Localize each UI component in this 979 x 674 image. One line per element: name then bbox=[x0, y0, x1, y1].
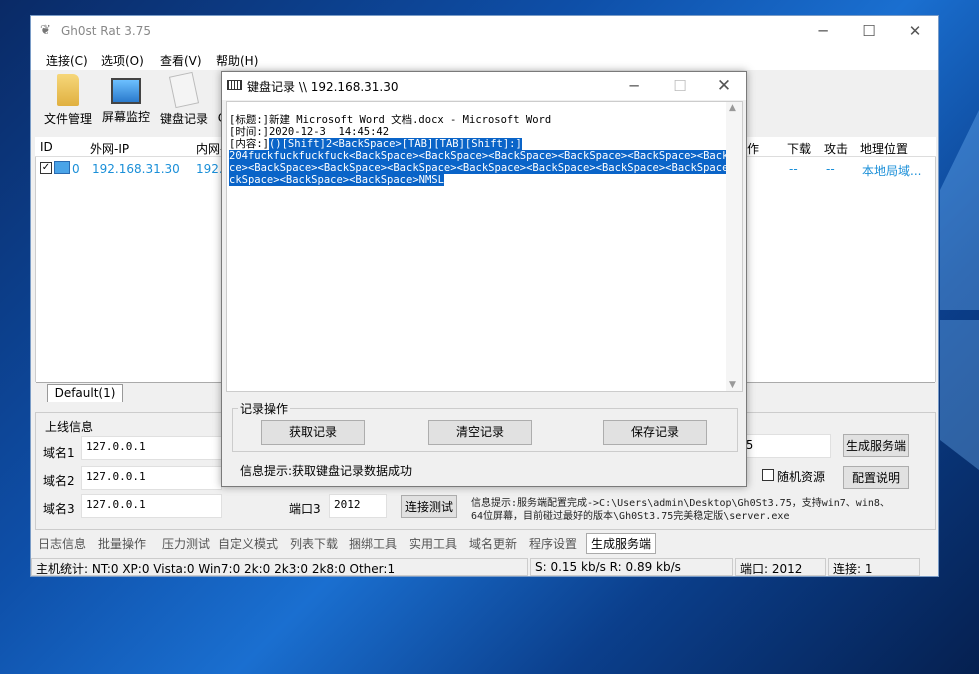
col-download[interactable]: 下载 bbox=[787, 140, 811, 157]
main-title: Gh0st Rat 3.75 bbox=[61, 24, 151, 38]
folder-icon bbox=[57, 74, 79, 106]
tab-domain-update[interactable]: 域名更新 bbox=[469, 535, 517, 552]
domain3-label: 域名3 bbox=[43, 502, 75, 516]
domain1-label: 域名1 bbox=[43, 446, 75, 460]
generate-server-button[interactable]: 生成服务端 bbox=[843, 434, 909, 457]
dialog-info-text: 信息提示:获取键盘记录数据成功 bbox=[240, 464, 413, 478]
menu-options[interactable]: 选项(O) bbox=[101, 52, 144, 69]
toolbar-label: 屏幕监控 bbox=[101, 110, 150, 124]
row-id: 0 bbox=[72, 162, 80, 176]
domain1-field[interactable]: 127.0.0.1 bbox=[81, 436, 222, 460]
tab-list-download[interactable]: 列表下载 bbox=[290, 535, 338, 552]
app-icon: ❦ bbox=[40, 23, 51, 38]
online-info-title: 上线信息 bbox=[45, 420, 94, 434]
save-records-button[interactable]: 保存记录 bbox=[603, 420, 707, 445]
keylog-text-area[interactable]: [标题:]新建 Microsoft Word 文档.docx - Microso… bbox=[226, 101, 743, 392]
right-field[interactable]: 5 bbox=[741, 434, 831, 458]
tab-custom[interactable]: 自定义模式 bbox=[218, 535, 278, 552]
tab-stress[interactable]: 压力测试 bbox=[162, 535, 210, 552]
dialog-titlebar: 键盘记录 \\ 192.168.31.30 ─ ☐ ✕ bbox=[222, 72, 746, 100]
col-location[interactable]: 地理位置 bbox=[860, 140, 908, 157]
status-hosts: 主机统计: NT:0 XP:0 Vista:0 Win7:0 2k:0 2k3:… bbox=[31, 558, 528, 576]
port3-label: 端口3 bbox=[289, 502, 321, 516]
config-help-button[interactable]: 配置说明 bbox=[843, 466, 909, 489]
dialog-close-icon[interactable]: ✕ bbox=[701, 71, 747, 101]
computer-icon bbox=[54, 161, 70, 174]
random-resource-checkbox[interactable] bbox=[762, 469, 774, 481]
domain3-field[interactable]: 127.0.0.1 bbox=[81, 494, 222, 518]
row-attack: -- bbox=[826, 162, 835, 176]
tab-bind-tool[interactable]: 捆绑工具 bbox=[349, 535, 397, 552]
clear-records-button[interactable]: 清空记录 bbox=[428, 420, 532, 445]
domain2-label: 域名2 bbox=[43, 474, 75, 488]
record-actions-title: 记录操作 bbox=[238, 400, 291, 417]
col-attack[interactable]: 攻击 bbox=[824, 140, 848, 157]
tab-log[interactable]: 日志信息 bbox=[38, 535, 86, 552]
log-scrollbar[interactable]: ▲ ▼ bbox=[726, 102, 742, 391]
tab-batch[interactable]: 批量操作 bbox=[98, 535, 146, 552]
col-id[interactable]: ID bbox=[40, 140, 53, 154]
log-keys-line-3: ckSpace><BackSpace><BackSpace>NMSL bbox=[229, 174, 444, 186]
connection-test-button[interactable]: 连接测试 bbox=[401, 495, 457, 518]
info-hint-text: 信息提示:服务端配置完成->C:\Users\admin\Desktop\Gh0… bbox=[471, 498, 890, 522]
scroll-down-icon[interactable]: ▼ bbox=[729, 380, 736, 390]
log-keys-line-1: 204fuckfuckfuckfuck<BackSpace><BackSpace… bbox=[229, 150, 742, 162]
dialog-maximize-icon: ☐ bbox=[673, 77, 687, 95]
row-download: -- bbox=[789, 162, 798, 176]
menubar: 连接(C) 选项(O) 查看(V) 帮助(H) bbox=[31, 46, 938, 70]
row-wan-ip: 192.168.31.30 bbox=[92, 162, 180, 176]
main-titlebar: ❦ Gh0st Rat 3.75 ─ ☐ ✕ bbox=[31, 16, 938, 46]
list-header-right: 作 下载 攻击 地理位置 bbox=[747, 137, 936, 157]
log-content-selected: ()[Shift]2<BackSpace>[TAB][TAB][Shift]:] bbox=[268, 138, 522, 150]
toolbar-file-manager[interactable]: 文件管理 bbox=[41, 74, 95, 127]
random-resource-label: 随机资源 bbox=[777, 470, 826, 484]
scroll-up-icon[interactable]: ▲ bbox=[729, 103, 736, 113]
status-connections: 连接: 1 bbox=[828, 558, 920, 576]
menu-help[interactable]: 帮助(H) bbox=[216, 52, 258, 69]
log-title-line: [标题:]新建 Microsoft Word 文档.docx - Microso… bbox=[229, 114, 552, 126]
get-records-button[interactable]: 获取记录 bbox=[261, 420, 365, 445]
keyboard-icon bbox=[227, 80, 242, 90]
tab-default-group[interactable]: Default(1) bbox=[47, 384, 123, 402]
maximize-icon[interactable]: ☐ bbox=[846, 16, 892, 46]
minimize-icon[interactable]: ─ bbox=[800, 16, 846, 46]
tab-settings[interactable]: 程序设置 bbox=[529, 535, 577, 552]
dialog-minimize-icon[interactable]: ─ bbox=[611, 71, 657, 101]
row-checkbox[interactable]: ✓ bbox=[40, 162, 52, 174]
row-location: 本地局域... bbox=[862, 164, 922, 178]
toolbar-label: 文件管理 bbox=[43, 112, 92, 126]
row-lan-ip: 192. bbox=[196, 162, 223, 176]
log-content-line: [内容:]()[Shift]2<BackSpace>[TAB][TAB][Shi… bbox=[229, 138, 522, 150]
col-hidden[interactable]: 作 bbox=[747, 140, 759, 157]
domain2-field[interactable]: 127.0.0.1 bbox=[81, 466, 222, 490]
notepad-icon bbox=[168, 71, 200, 109]
toolbar-label: 键盘记录 bbox=[159, 112, 208, 126]
status-speed: S: 0.15 kb/s R: 0.89 kb/s bbox=[530, 558, 733, 576]
desktop-light-2 bbox=[940, 320, 979, 470]
dialog-title: 键盘记录 \\ 192.168.31.30 bbox=[247, 80, 399, 94]
status-port: 端口: 2012 bbox=[735, 558, 826, 576]
toolbar-keylogger[interactable]: 键盘记录 bbox=[157, 71, 211, 127]
log-keys-line-2: ce><BackSpace><BackSpace><BackSpace><Bac… bbox=[229, 162, 742, 174]
menu-view[interactable]: 查看(V) bbox=[160, 52, 202, 69]
port3-field[interactable]: 2012 bbox=[329, 494, 387, 518]
desktop-light bbox=[940, 110, 979, 310]
keylogger-dialog: 键盘记录 \\ 192.168.31.30 ─ ☐ ✕ [标题:]新建 Micr… bbox=[221, 71, 747, 487]
close-icon[interactable]: ✕ bbox=[892, 16, 938, 46]
list-header-left: ID 外网-IP 内网- bbox=[35, 137, 225, 157]
toolbar-screen-monitor[interactable]: 屏幕监控 bbox=[99, 74, 153, 125]
menu-connect[interactable]: 连接(C) bbox=[46, 52, 88, 69]
tab-utility[interactable]: 实用工具 bbox=[409, 535, 457, 552]
monitor-icon bbox=[111, 78, 141, 104]
log-time-line: [时间:]2020-12-3 14:45:42 bbox=[229, 126, 390, 138]
col-wan-ip[interactable]: 外网-IP bbox=[90, 140, 129, 157]
log-content-label: [内容:] bbox=[229, 138, 269, 150]
tab-generate-server[interactable]: 生成服务端 bbox=[586, 533, 657, 554]
